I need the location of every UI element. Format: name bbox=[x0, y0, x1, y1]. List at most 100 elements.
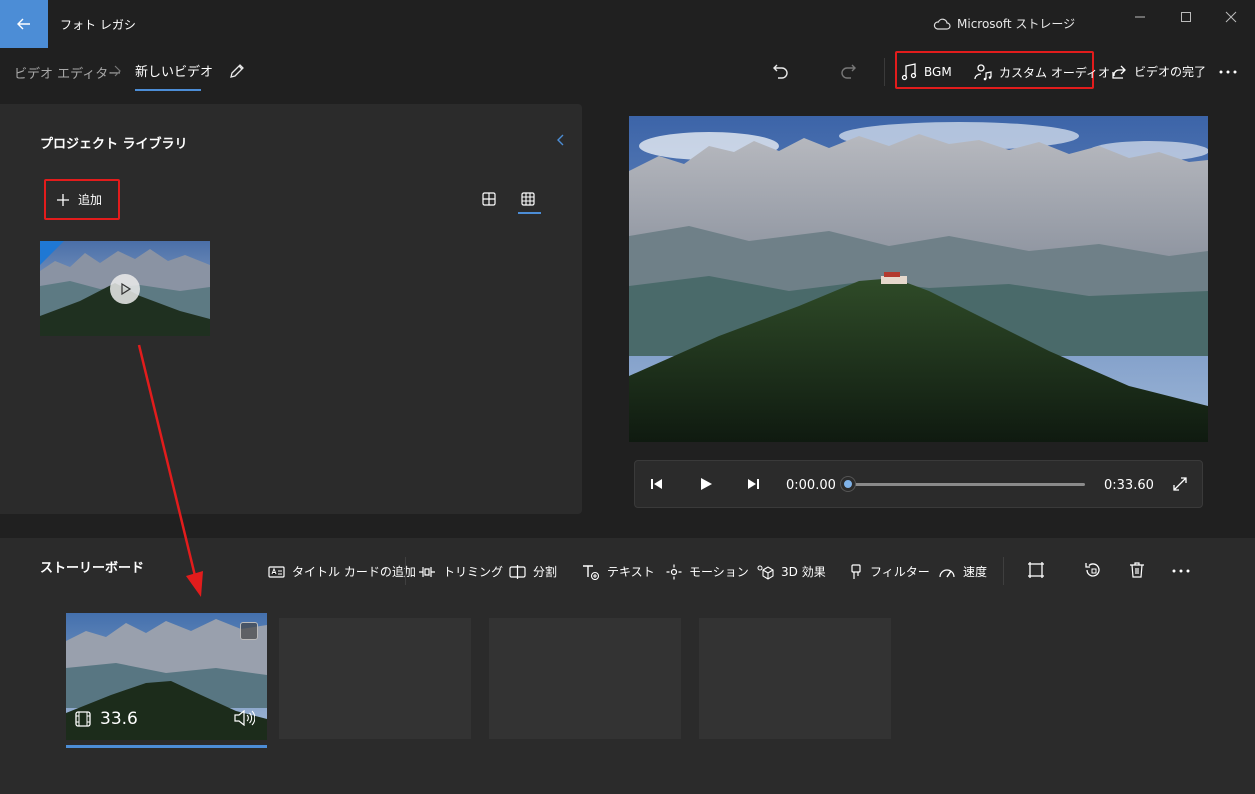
toolbar-divider bbox=[1003, 557, 1004, 585]
expand-icon bbox=[1173, 477, 1187, 491]
app-title: フォト レガシ bbox=[60, 18, 136, 32]
minimize-icon bbox=[1135, 16, 1145, 18]
redo-icon bbox=[841, 64, 856, 79]
custom-audio-button[interactable]: カスタム オーディオ bbox=[974, 63, 1110, 81]
rotate-icon bbox=[1085, 563, 1100, 577]
step-back-icon bbox=[651, 479, 662, 489]
close-button[interactable] bbox=[1222, 8, 1240, 26]
split-icon bbox=[509, 564, 526, 579]
add-title-card-button[interactable]: タイトル カードの追加 bbox=[268, 563, 416, 580]
undo-icon bbox=[773, 64, 788, 79]
collapse-library-button[interactable] bbox=[556, 133, 566, 147]
cloud-icon bbox=[933, 18, 951, 30]
plus-icon bbox=[57, 193, 69, 206]
step-forward-button[interactable] bbox=[746, 477, 760, 491]
large-grid-view-button[interactable] bbox=[520, 191, 536, 207]
storage-status[interactable]: Microsoft ストレージ bbox=[933, 15, 1075, 32]
project-title: 新しいビデオ bbox=[135, 65, 214, 80]
storage-label: Microsoft ストレージ bbox=[957, 17, 1076, 31]
3d-effects-button[interactable]: 3D 効果 bbox=[757, 563, 826, 580]
text-label: テキスト bbox=[607, 565, 655, 579]
back-button[interactable] bbox=[0, 0, 48, 48]
clip-duration-value: 33.6 bbox=[100, 709, 138, 729]
step-back-button[interactable] bbox=[650, 477, 664, 491]
more-icon bbox=[1172, 569, 1190, 573]
empty-clip-slot bbox=[489, 618, 681, 739]
arrow-left-icon bbox=[17, 18, 30, 30]
play-icon bbox=[701, 478, 712, 490]
thumbnail-play-button[interactable] bbox=[110, 274, 140, 304]
undo-button[interactable] bbox=[772, 62, 790, 80]
finish-video-button[interactable]: ビデオの完了 bbox=[1111, 63, 1206, 80]
speed-button[interactable]: 速度 bbox=[938, 563, 987, 580]
trim-button[interactable]: トリミング bbox=[418, 563, 503, 580]
crop-button[interactable] bbox=[1027, 561, 1045, 579]
split-label: 分割 bbox=[533, 565, 558, 579]
film-strip-icon bbox=[75, 711, 91, 727]
maximize-button[interactable] bbox=[1177, 8, 1195, 26]
bgm-button[interactable]: BGM bbox=[901, 63, 952, 81]
view-selected-indicator bbox=[518, 212, 541, 214]
total-time: 0:33.60 bbox=[1104, 478, 1154, 493]
motion-button[interactable]: モーション bbox=[666, 563, 749, 580]
bgm-label: BGM bbox=[924, 65, 952, 79]
grid-2x2-icon bbox=[482, 192, 496, 206]
clip-select-checkbox[interactable] bbox=[240, 622, 258, 640]
share-icon bbox=[1112, 65, 1126, 79]
redo-button[interactable] bbox=[839, 62, 857, 80]
empty-clip-slot bbox=[279, 618, 471, 739]
fullscreen-button[interactable] bbox=[1172, 476, 1188, 492]
add-title-card-label: タイトル カードの追加 bbox=[292, 565, 416, 579]
rotate-button[interactable] bbox=[1084, 561, 1102, 579]
toolbar-divider bbox=[884, 58, 885, 86]
current-time: 0:00.00 bbox=[786, 478, 836, 493]
custom-audio-icon bbox=[974, 64, 992, 81]
more-icon bbox=[1219, 70, 1237, 74]
seek-handle[interactable] bbox=[841, 477, 855, 491]
clip-duration: 33.6 bbox=[74, 709, 138, 729]
clip-selected-indicator bbox=[66, 745, 267, 748]
speed-label: 速度 bbox=[963, 565, 988, 579]
maximize-icon bbox=[1181, 12, 1191, 22]
motion-icon bbox=[666, 564, 682, 579]
delete-button[interactable] bbox=[1128, 561, 1146, 579]
clip-volume-button[interactable] bbox=[233, 710, 255, 726]
play-icon bbox=[121, 282, 132, 296]
split-button[interactable]: 分割 bbox=[509, 563, 557, 580]
custom-audio-label: カスタム オーディオ bbox=[999, 65, 1110, 80]
chevron-left-icon bbox=[557, 134, 564, 146]
motion-label: モーション bbox=[689, 565, 749, 579]
video-preview[interactable] bbox=[629, 116, 1208, 442]
rename-button[interactable] bbox=[228, 62, 246, 80]
seek-bar[interactable] bbox=[848, 483, 1085, 486]
small-grid-view-button[interactable] bbox=[481, 191, 497, 207]
step-forward-icon bbox=[748, 479, 759, 489]
more-options-button[interactable] bbox=[1218, 63, 1238, 79]
music-note-icon bbox=[901, 63, 917, 81]
toolbar-divider bbox=[405, 557, 406, 585]
library-title: プロジェクト ライブラリ bbox=[40, 137, 188, 152]
filter-button[interactable]: フィルター bbox=[849, 563, 930, 580]
trim-label: トリミング bbox=[443, 565, 504, 579]
close-icon bbox=[1225, 11, 1237, 23]
storyboard-more-button[interactable] bbox=[1171, 563, 1191, 579]
add-media-label: 追加 bbox=[78, 193, 103, 207]
empty-clip-slot bbox=[699, 618, 891, 739]
title-card-icon bbox=[268, 565, 285, 578]
filter-label: フィルター bbox=[870, 565, 930, 579]
add-media-button[interactable]: 追加 bbox=[56, 191, 102, 208]
active-tab-indicator bbox=[135, 89, 201, 91]
selected-corner-marker bbox=[40, 241, 64, 265]
3d-effects-icon bbox=[757, 565, 774, 580]
minimize-button[interactable] bbox=[1131, 8, 1149, 26]
3d-effects-label: 3D 効果 bbox=[781, 565, 826, 579]
finish-video-label: ビデオの完了 bbox=[1134, 65, 1207, 79]
filter-icon bbox=[851, 563, 861, 579]
speed-icon bbox=[939, 568, 955, 577]
grid-3x3-icon bbox=[521, 192, 535, 206]
play-button[interactable] bbox=[699, 477, 713, 491]
trash-icon bbox=[1130, 562, 1144, 578]
trim-icon bbox=[419, 566, 435, 577]
breadcrumb-root[interactable]: ビデオ エディター bbox=[14, 63, 121, 82]
text-button[interactable]: テキスト bbox=[582, 563, 655, 580]
